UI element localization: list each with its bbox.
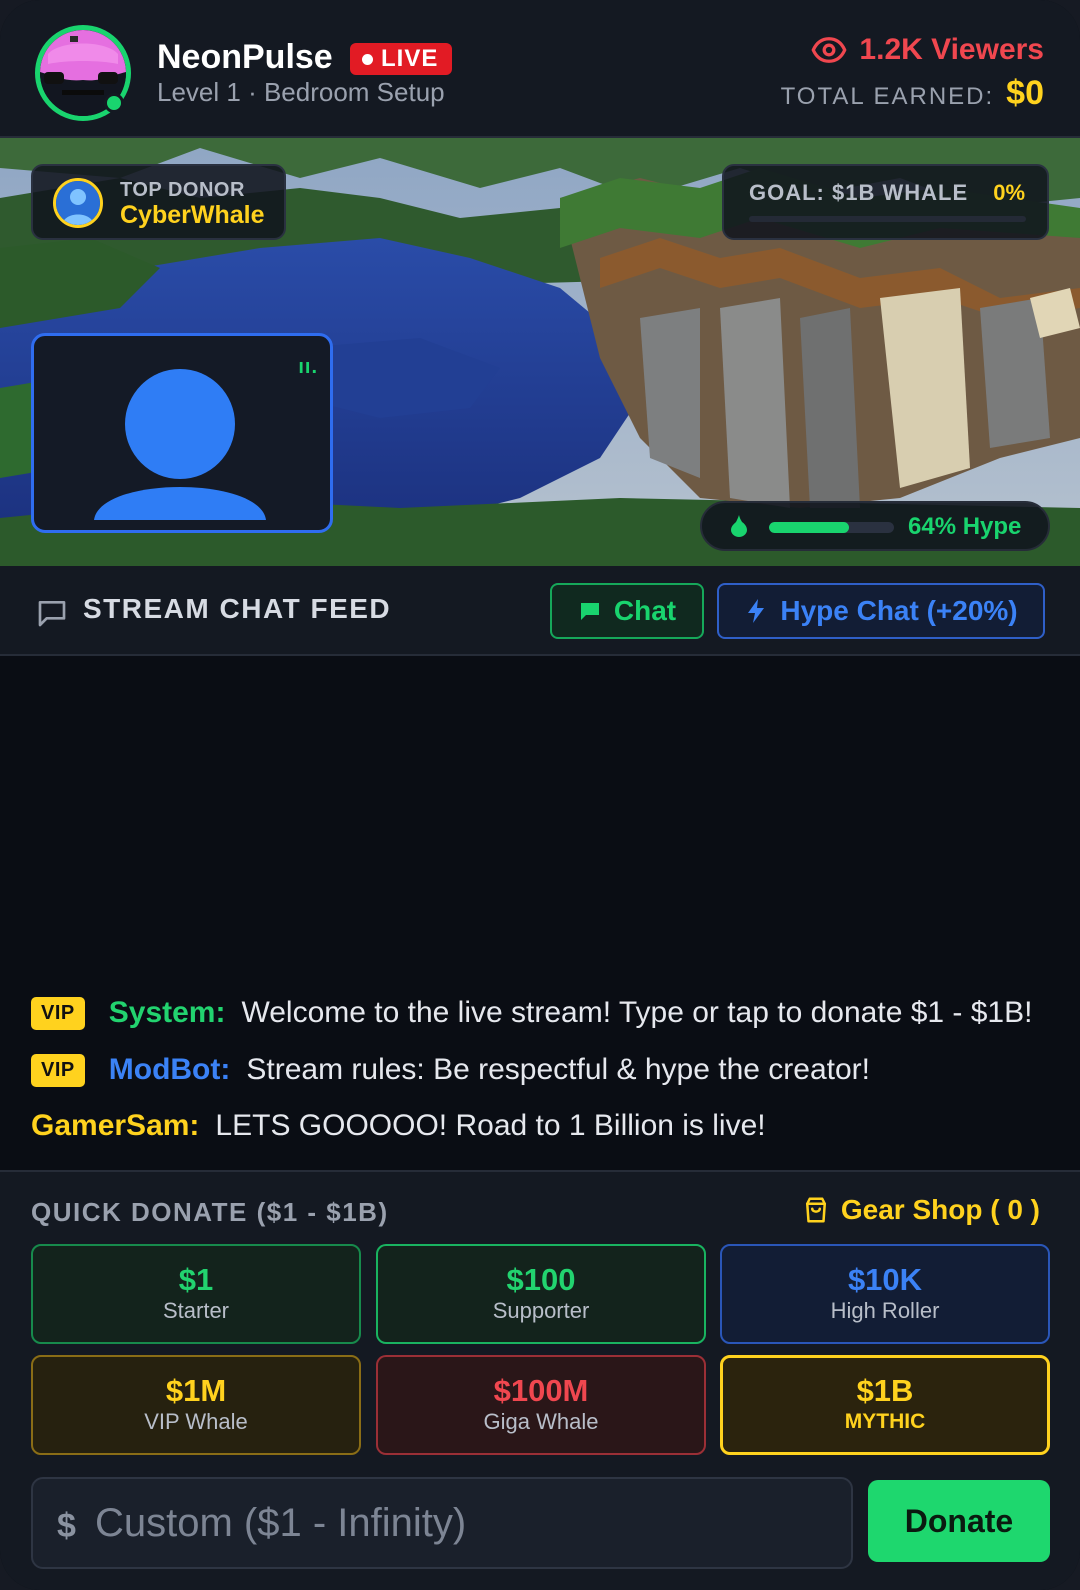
tier-amount: $1B	[856, 1373, 914, 1408]
chat-text: LETS GOOOOO! Road to 1 Billion is live!	[215, 1109, 766, 1142]
tier-amount: $1M	[165, 1373, 227, 1408]
chat-username[interactable]: ModBot:	[109, 1053, 231, 1087]
lightning-icon	[748, 599, 765, 623]
chat-text: Stream rules: Be respectful & hype the c…	[246, 1053, 871, 1086]
tier-label: High Roller	[830, 1298, 940, 1323]
message-square-icon	[38, 601, 66, 627]
total-earned: TOTAL EARNED: $0	[781, 74, 1044, 113]
shopping-bag-icon	[805, 1197, 826, 1223]
live-label: LIVE	[381, 45, 439, 72]
hype-percent: 64% Hype	[908, 513, 1022, 540]
chat-username[interactable]: GamerSam:	[31, 1109, 199, 1143]
webcam-overlay[interactable]: ıı.	[31, 333, 333, 533]
donate-panel: QUICK DONATE ($1 - $1B) Gear Shop ( 0 ) …	[0, 1170, 1080, 1590]
streamer-name: NeonPulse	[157, 38, 333, 76]
flame-icon	[731, 515, 747, 537]
tier-label: Supporter	[492, 1298, 590, 1323]
total-earned-value: $0	[1006, 74, 1044, 112]
hype-progress-fill	[769, 522, 849, 533]
online-status-dot	[104, 93, 124, 113]
tier-amount: $1	[178, 1262, 214, 1297]
tier-amount: $100	[506, 1262, 576, 1297]
custom-amount-input[interactable]	[95, 1493, 835, 1553]
top-donor-card[interactable]: TOP DONOR CyberWhale	[31, 164, 286, 240]
tier-label: Starter	[162, 1298, 230, 1323]
chat-button-label: Chat	[613, 595, 677, 626]
viewer-count-label: 1.2K Viewers	[859, 33, 1044, 66]
chat-button[interactable]: Chat	[550, 583, 704, 639]
hype-meter: 64% Hype	[700, 501, 1050, 551]
donate-button[interactable]: Donate	[868, 1480, 1050, 1562]
goal-label: GOAL: $1B WHALE	[749, 180, 969, 205]
hype-chat-button[interactable]: Hype Chat (+20%)	[717, 583, 1045, 639]
tier-label: MYTHIC	[844, 1410, 926, 1433]
streamer-level: Level 1 · Bedroom Setup	[157, 77, 445, 107]
top-donor-label: TOP DONOR	[120, 179, 245, 201]
user-icon	[56, 181, 100, 225]
tier-label: Giga Whale	[483, 1409, 599, 1434]
tier-label: VIP Whale	[144, 1409, 248, 1434]
audio-level-icon: ıı.	[298, 356, 318, 378]
chat-username[interactable]: System:	[109, 996, 226, 1030]
stream-video[interactable]: TOP DONOR CyberWhale GOAL: $1B WHALE 0% …	[0, 138, 1080, 566]
vip-badge: VIP	[31, 996, 85, 1030]
chat-message: GamerSam: LETS GOOOOO! Road to 1 Billion…	[31, 1109, 766, 1143]
chat-text: Welcome to the live stream! Type or tap …	[241, 996, 1033, 1029]
chat-bubble-icon	[580, 603, 599, 620]
donate-tier-1b[interactable]: $1B MYTHIC	[720, 1355, 1050, 1455]
quick-donate-title: QUICK DONATE ($1 - $1B)	[31, 1197, 389, 1227]
hype-progress-bar	[769, 522, 894, 533]
viewer-count: 1.2K Viewers	[811, 32, 1044, 68]
donate-tier-1m[interactable]: $1M VIP Whale	[31, 1355, 361, 1455]
top-donor-avatar	[53, 178, 103, 228]
goal-progress-bar	[749, 216, 1026, 222]
custom-amount-field[interactable]: $	[31, 1477, 853, 1569]
user-silhouette-icon	[94, 369, 266, 520]
donate-tier-1[interactable]: $1 Starter	[31, 1244, 361, 1344]
live-badge: LIVE	[350, 43, 453, 75]
hype-chat-button-label: Hype Chat (+20%)	[780, 595, 1018, 626]
total-earned-label: TOTAL EARNED:	[780, 83, 995, 110]
top-donor-name: CyberWhale	[120, 201, 265, 229]
tier-amount: $10K	[847, 1262, 923, 1297]
goal-percent: 0%	[993, 180, 1025, 205]
donate-tier-100m[interactable]: $100M Giga Whale	[376, 1355, 706, 1455]
gear-shop-label: Gear Shop ( 0 )	[840, 1194, 1040, 1225]
donate-tier-10k[interactable]: $10K High Roller	[720, 1244, 1050, 1344]
donation-goal-card: GOAL: $1B WHALE 0%	[722, 164, 1049, 240]
eye-icon	[812, 37, 847, 63]
app-window: NeonPulse LIVE Level 1 · Bedroom Setup 1…	[0, 0, 1080, 1590]
chat-message: VIP ModBot: Stream rules: Be respectful …	[31, 1053, 870, 1087]
chat-message: VIP System: Welcome to the live stream! …	[31, 996, 1032, 1030]
tier-amount: $100M	[493, 1373, 589, 1408]
dollar-icon: $	[57, 1507, 76, 1545]
donate-tier-100[interactable]: $100 Supporter	[376, 1244, 706, 1344]
chat-header: STREAM CHAT FEED Chat Hype Chat (+20%)	[0, 566, 1080, 656]
stream-header: NeonPulse LIVE Level 1 · Bedroom Setup 1…	[0, 0, 1080, 138]
chat-feed[interactable]: VIP System: Welcome to the live stream! …	[0, 656, 1080, 1170]
gear-shop-button[interactable]: Gear Shop ( 0 )	[801, 1194, 1040, 1226]
vip-badge: VIP	[31, 1053, 85, 1087]
chat-feed-title: STREAM CHAT FEED	[83, 593, 392, 624]
live-dot-icon	[362, 53, 373, 65]
